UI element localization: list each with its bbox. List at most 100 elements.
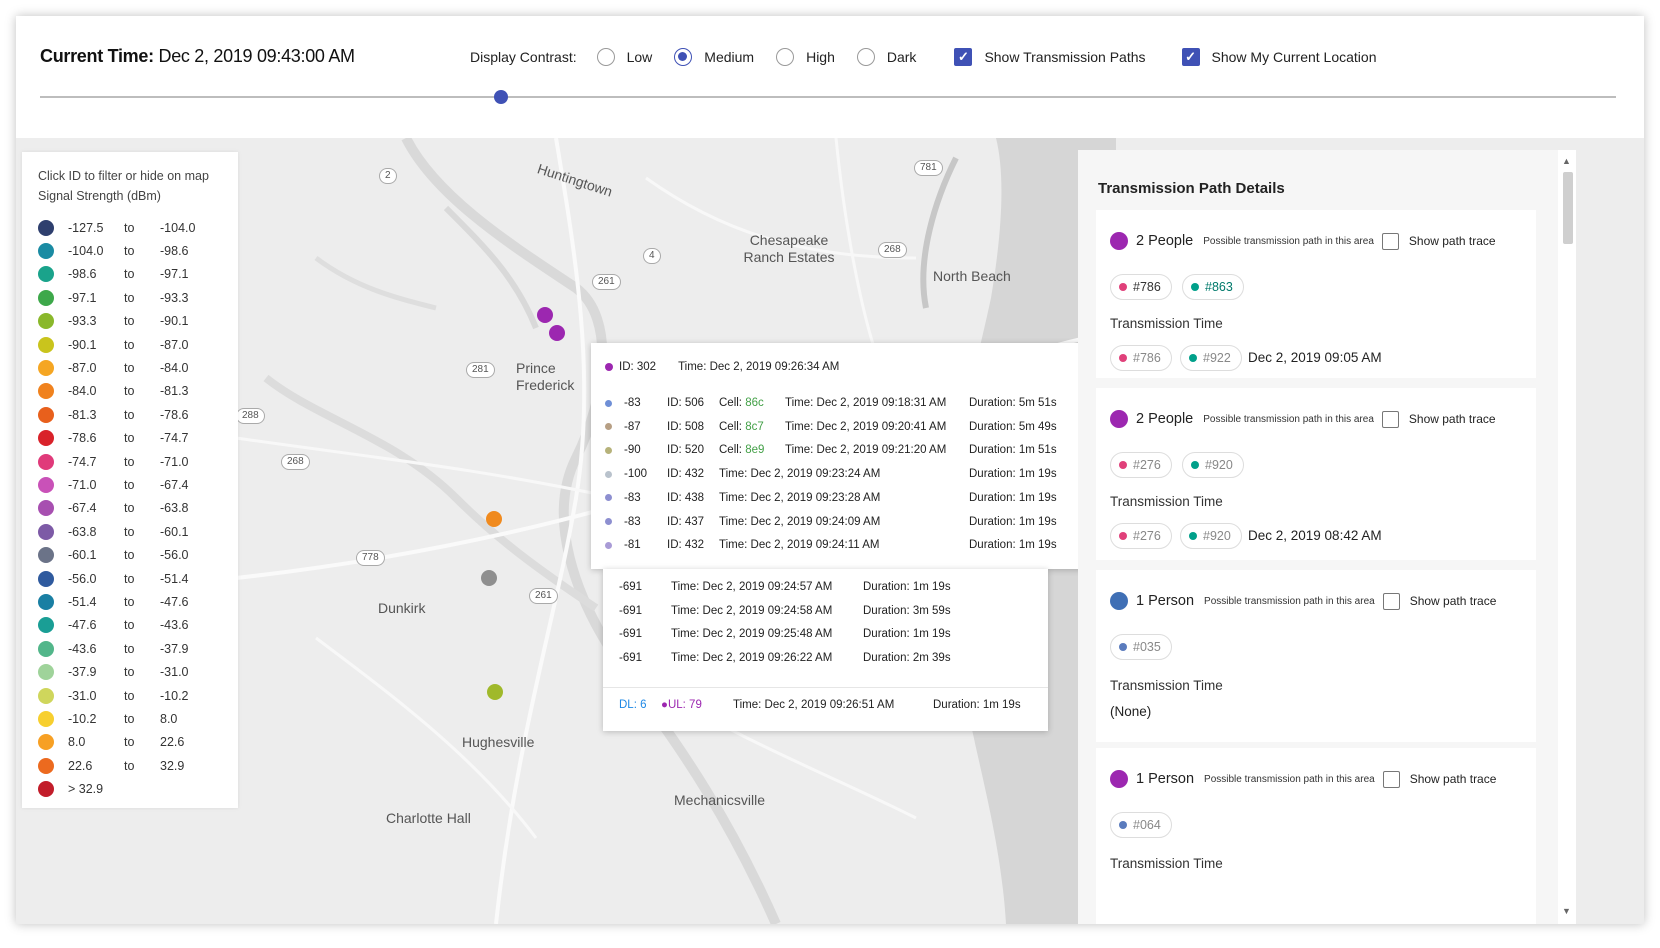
legend-row[interactable]: > 32.9 — [38, 777, 222, 800]
route-shield: 281 — [466, 362, 495, 378]
show-current-location-checkbox[interactable]: ✓ Show My Current Location — [1181, 48, 1376, 66]
transmission-id-chip[interactable]: #786 — [1110, 345, 1172, 371]
signal-id[interactable]: ID: 438 — [667, 492, 719, 504]
legend-row[interactable]: -81.3 to -78.6 — [38, 403, 222, 426]
radio-ring[interactable] — [596, 48, 615, 66]
map-marker[interactable] — [481, 570, 497, 586]
legend-row[interactable]: -97.1 to -93.3 — [38, 286, 222, 309]
legend-to: -31.0 — [160, 665, 189, 680]
legend-row[interactable]: -104.0 to -98.6 — [38, 239, 222, 262]
legend-row[interactable]: -37.9 to -31.0 — [38, 660, 222, 683]
checkmark-icon[interactable]: ✓ — [1181, 48, 1200, 66]
person-id-chip[interactable]: #863 — [1182, 274, 1244, 300]
popup-header-id[interactable]: ID: 302 — [619, 361, 656, 373]
transmission-id-chip[interactable]: #922 — [1180, 345, 1242, 371]
contrast-high-radio[interactable]: High — [776, 48, 835, 66]
show-path-trace-checkbox[interactable] — [1382, 770, 1400, 788]
legend-swatch — [38, 617, 54, 634]
legend-swatch — [38, 243, 54, 260]
scroll-up-icon[interactable]: ▲ — [1562, 156, 1571, 166]
signal-time: Time: Dec 2, 2019 09:23:24 AM — [719, 468, 881, 481]
signal-dbm: -87 — [624, 420, 641, 433]
cell-id[interactable]: 8c7 — [745, 421, 764, 433]
legend-row[interactable]: -87.0 to -84.0 — [38, 356, 222, 379]
legend-row[interactable]: -71.0 to -67.4 — [38, 473, 222, 496]
legend-row[interactable]: -63.8 to -60.1 — [38, 520, 222, 543]
radio-ring-selected[interactable] — [674, 48, 693, 66]
legend-row[interactable]: -51.4 to -47.6 — [38, 590, 222, 613]
legend-row[interactable]: 22.6 to 32.9 — [38, 754, 222, 777]
signal-id[interactable]: ID: 506 — [667, 397, 719, 409]
signal-id[interactable]: ID: 432 — [667, 539, 719, 551]
legend-row[interactable]: -31.0 to -10.2 — [38, 684, 222, 707]
legend-to: -37.9 — [160, 641, 189, 656]
radio-ring[interactable] — [856, 48, 875, 66]
legend-row[interactable]: -84.0 to -81.3 — [38, 380, 222, 403]
route-shield: 288 — [236, 408, 265, 424]
legend-row[interactable]: -78.6 to -74.7 — [38, 427, 222, 450]
legend-row[interactable]: 8.0 to 22.6 — [38, 731, 222, 754]
legend-row[interactable]: -74.7 to -71.0 — [38, 450, 222, 473]
legend-row[interactable]: -67.4 to -63.8 — [38, 497, 222, 520]
legend-row[interactable]: -127.5 to -104.0 — [38, 216, 222, 239]
legend-from: -84.0 — [68, 384, 97, 399]
person-id-chip[interactable]: #035 — [1110, 634, 1172, 660]
time-slider-track[interactable] — [40, 96, 1616, 98]
cell-id[interactable]: 86c — [745, 397, 764, 409]
place-label: Chesapeake Ranch Estates — [743, 232, 835, 265]
legend-row[interactable]: -90.1 to -87.0 — [38, 333, 222, 356]
signal-time: Time: Dec 2, 2019 09:18:31 AM — [785, 397, 947, 409]
map-marker[interactable] — [537, 307, 553, 323]
legend-from: > 32.9 — [68, 782, 104, 797]
transmission-path-details-panel: Transmission Path Details 2 People Possib… — [1078, 150, 1558, 924]
panel-scrollbar[interactable]: ▲ ▼ — [1558, 150, 1576, 924]
map-marker[interactable] — [487, 684, 503, 700]
legend-row[interactable]: -47.6 to -43.6 — [38, 614, 222, 637]
legend-row[interactable]: -60.1 to -56.0 — [38, 543, 222, 566]
signal-id[interactable]: ID: 520 — [667, 444, 719, 456]
contrast-low-radio[interactable]: Low — [596, 48, 652, 66]
show-transmission-paths-checkbox[interactable]: ✓ Show Transmission Paths — [954, 48, 1146, 66]
legend-row[interactable]: -98.6 to -97.1 — [38, 263, 222, 286]
map-marker[interactable] — [486, 511, 502, 527]
chip-dot — [1191, 461, 1199, 469]
person-id-chip[interactable]: #786 — [1110, 274, 1172, 300]
signal-id[interactable]: ID: 508 — [667, 421, 719, 433]
contrast-dark-radio[interactable]: Dark — [856, 48, 917, 66]
legend-rows: -127.5 to -104.0 -104.0 to -98.6 -98.6 to -97.1-… — [38, 216, 222, 801]
transmission-time-value: Dec 2, 2019 09:05 AM — [1248, 350, 1382, 365]
time-slider-handle[interactable] — [494, 90, 508, 104]
person-id-chip[interactable]: #920 — [1182, 452, 1244, 478]
show-path-trace-checkbox[interactable] — [1382, 592, 1400, 610]
legend-row[interactable]: -56.0 to -51.4 — [38, 567, 222, 590]
legend-row[interactable]: -93.3 to -90.1 — [38, 310, 222, 333]
current-time-label: Current Time: — [40, 46, 154, 66]
map-view[interactable]: Huntingtown Chesapeake Ranch Estates Nor… — [16, 138, 1644, 924]
signal-dbm: -83 — [624, 515, 641, 528]
uplink-value: ●UL: 79 — [661, 699, 702, 711]
legend-to: -74.7 — [160, 431, 189, 446]
show-path-trace-checkbox[interactable] — [1381, 232, 1399, 250]
signal-id[interactable]: ID: 432 — [667, 468, 719, 480]
cell-info: Cell: 86c — [719, 397, 785, 409]
person-id-chip[interactable]: #064 — [1110, 812, 1172, 838]
legend-from: -37.9 — [68, 665, 97, 680]
contrast-dark-label: Dark — [886, 49, 917, 65]
show-path-trace-label: Show path trace — [1408, 412, 1496, 426]
scroll-down-icon[interactable]: ▼ — [1562, 906, 1571, 916]
person-id-chip[interactable]: #276 — [1110, 452, 1172, 478]
cell-id[interactable]: 8e9 — [745, 444, 764, 456]
show-path-trace-checkbox[interactable] — [1381, 410, 1399, 428]
scrollbar-thumb[interactable] — [1563, 172, 1573, 244]
transmission-id-chip[interactable]: #276 — [1110, 523, 1172, 549]
legend-row[interactable]: -10.2 to 8.0 — [38, 707, 222, 730]
legend-row[interactable]: -43.6 to -37.9 — [38, 637, 222, 660]
transmission-time-label: Transmission Time — [1110, 856, 1223, 871]
checkmark-icon[interactable]: ✓ — [954, 48, 973, 66]
map-marker[interactable] — [549, 325, 565, 341]
signal-id[interactable]: ID: 437 — [667, 516, 719, 528]
radio-ring[interactable] — [776, 48, 795, 66]
contrast-medium-radio[interactable]: Medium — [674, 48, 754, 66]
transmission-id-chip[interactable]: #920 — [1180, 523, 1242, 549]
signal-dbm: -691 — [619, 604, 643, 617]
